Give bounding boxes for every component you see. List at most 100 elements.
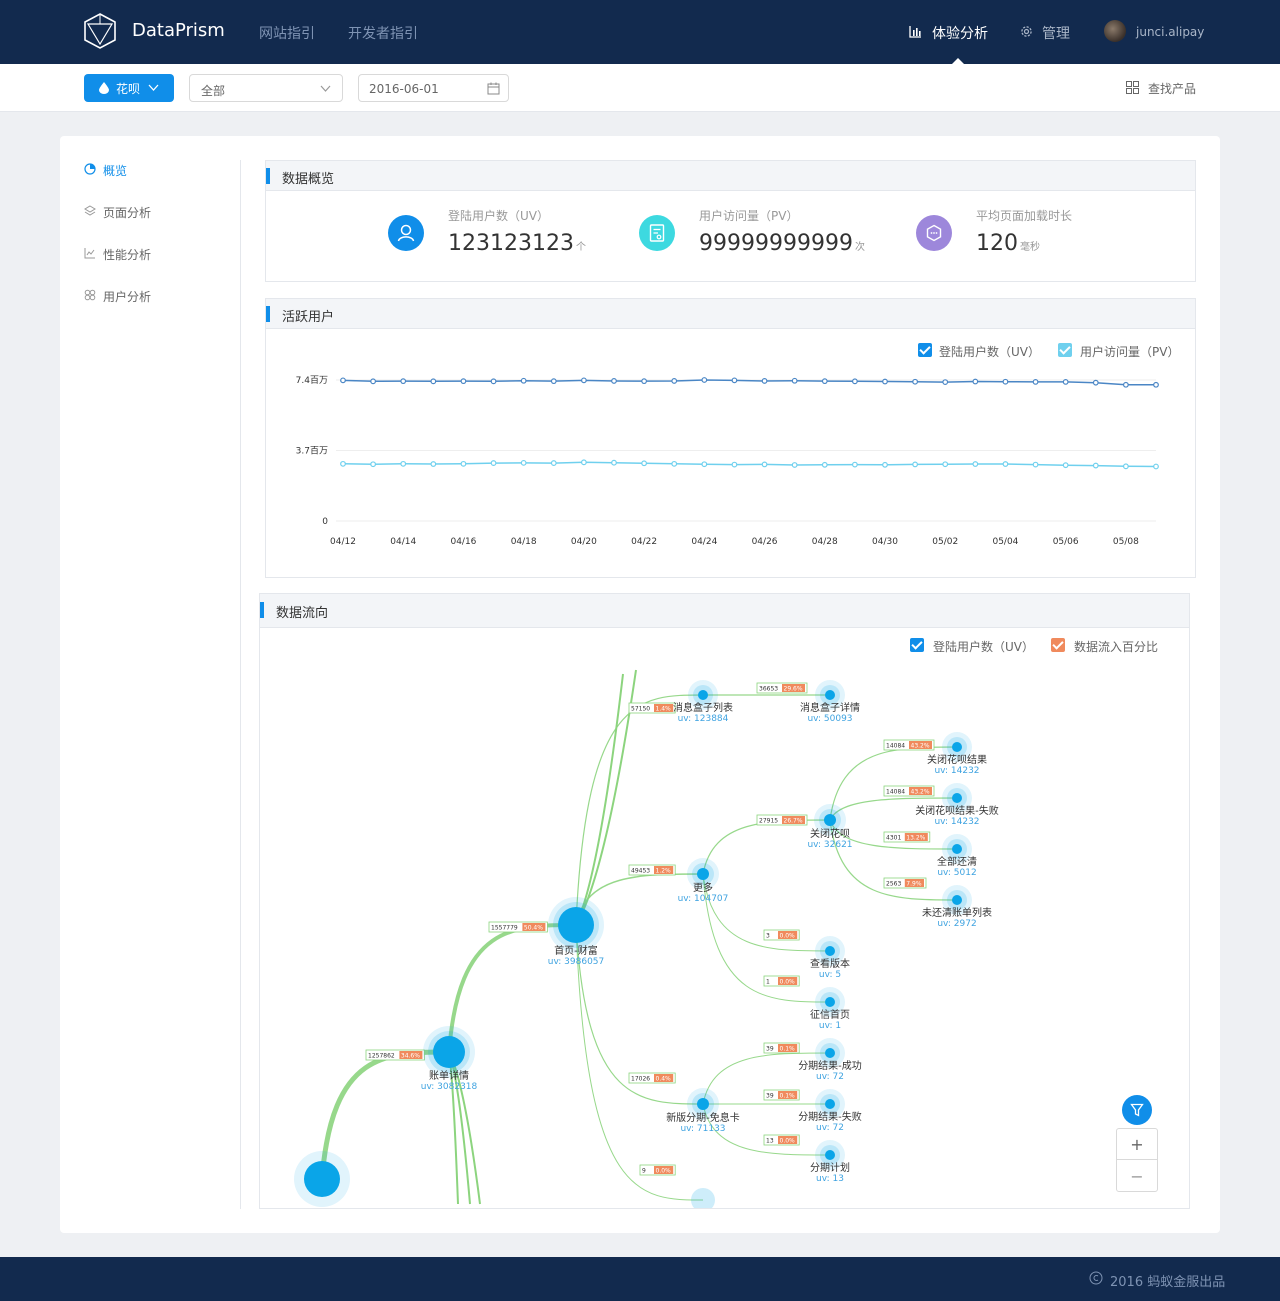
series-point [641,460,648,467]
series-point [1092,462,1099,469]
overview-panel: 数据概览 登陆用户数（UV） 123123123 个 用户访问量（PV） 9999… [265,160,1196,282]
nav-dev-guide[interactable]: 开发者指引 [348,23,418,43]
prism-logo-icon[interactable] [82,12,118,50]
flow-node-uv: uv: 72 [816,1123,844,1133]
flow-node-name: 关闭花呗结果-失败 [915,804,999,817]
series-point [370,461,377,468]
series-point [882,378,888,385]
flow-link-pct: 1.2% [656,868,672,875]
flow-link-value: 4301 [886,835,901,842]
kpi-unit: 次 [854,242,865,253]
flow-node [304,1161,340,1197]
flow-node-uv: uv: 14232 [934,817,979,827]
kpi-label-pv: 用户访问量（PV） [699,209,799,223]
flow-node [697,1098,709,1110]
flow-link-value: 14084 [886,789,905,796]
flow-node [433,1036,465,1068]
brand-name[interactable]: DataPrism [132,20,225,41]
calendar-icon [487,82,500,95]
flow-graph[interactable]: 57150 1.4% 36653 29.6% 14084 43.2% 14084 43.2% 2… [260,594,1190,1209]
series-point [1153,381,1159,388]
flow-link-pct: 29.6% [784,686,803,693]
series-point [430,461,437,467]
legend-pv-checkbox[interactable] [1058,343,1072,357]
series-point [520,459,527,466]
nav-experience-analysis[interactable]: 体验分析 [932,23,988,43]
flow-link-pct: 1.4% [656,706,672,713]
sidebar-item-label: 页面分析 [103,206,152,220]
active-users-line-chart: 0 3.7百万 7.4百万 04/12 04/14 04/16 04/18 04/20 04/2… [296,375,1159,547]
series-point [942,461,949,468]
series-point [1002,461,1009,467]
user-avatar[interactable] [1104,20,1126,42]
flow-link-pct: 0.0% [780,979,796,986]
scope-select[interactable]: 全部 [189,74,343,102]
series-point [550,378,557,385]
x-tick-label: 05/08 [1113,537,1139,547]
product-label: 花呗 [116,82,141,96]
series-point [370,378,377,385]
flow-node [825,1150,835,1160]
flow-node [697,868,709,880]
scope-select-value: 全部 [201,84,226,98]
series-point [641,378,648,385]
flow-link-value: 2563 [886,881,901,888]
flow-node-uv: uv: 14232 [934,766,979,776]
flow-node-name: 消息盒子列表 [673,701,733,714]
flow-link-pct: 0.1% [780,1093,796,1100]
username[interactable]: junci.alipay [1136,25,1204,39]
flow-link-value: 14084 [886,743,905,750]
kpi-value-pv: 99999999999 次 [699,231,865,256]
kpi-unit: 毫秒 [1020,242,1040,253]
series-point [791,462,798,468]
nav-site-guide[interactable]: 网站指引 [259,23,315,43]
flow-node [825,946,835,956]
sidebar-divider [240,160,241,1209]
product-dropdown-button[interactable]: 花呗 [84,74,174,102]
x-tick-label: 05/04 [992,537,1018,547]
pie-chart-icon [84,163,96,175]
flow-link-value: 39 [766,1093,774,1100]
flow-node-name: 账单详情 [429,1069,469,1082]
panel-title: 活跃用户 [282,310,335,325]
flow-node [558,907,594,943]
series-point [340,460,346,467]
flow-node [825,1048,835,1058]
kpi-number: 123123123 [448,231,574,256]
flow-node-uv: uv: 2972 [937,919,976,929]
zoom-out-button[interactable]: − [1117,1161,1157,1192]
flow-link-pct: 43.2% [911,743,930,750]
y-tick-label: 0 [322,517,328,527]
flow-node-name: 分期计划 [810,1161,850,1174]
y-tick-label: 7.4百万 [296,375,328,386]
nav-manage[interactable]: 管理 [1042,23,1070,43]
flow-node [952,742,962,752]
kpi-value-uv: 123123123 个 [448,231,586,256]
flow-node-name: 新版分期-免息卡 [666,1111,740,1124]
sidebar-item-label: 性能分析 [103,248,152,262]
x-tick-label: 04/16 [450,537,476,547]
date-picker[interactable]: 2016-06-01 [358,74,509,102]
flow-link-pct: 0.0% [656,1168,672,1175]
find-product-link[interactable]: 查找产品 [1148,80,1196,97]
flow-node-uv: uv: 123884 [678,714,729,724]
series-point [490,378,497,385]
panel-title: 数据概览 [282,172,335,187]
flow-node [825,1099,835,1109]
legend-uv-checkbox[interactable] [918,343,932,357]
series-point [731,461,738,468]
flow-link-pct: 0.4% [656,1076,672,1083]
legend-uv-label: 登陆用户数（UV） [939,345,1040,359]
flow-link-value: 17026 [631,1076,650,1083]
series-point [912,461,919,468]
flow-link-pct: 0.0% [780,1138,796,1145]
series-point [580,377,587,384]
filter-button[interactable] [1122,1095,1152,1125]
zoom-in-button[interactable]: + [1117,1129,1157,1160]
legend-pv-label: 用户访问量（PV） [1080,345,1180,359]
x-tick-label: 04/30 [872,537,898,547]
flow-link-value: 9 [642,1168,646,1175]
flow-node-name: 未还清账单列表 [922,906,992,919]
series-point [1092,379,1099,386]
series-point [791,377,798,384]
